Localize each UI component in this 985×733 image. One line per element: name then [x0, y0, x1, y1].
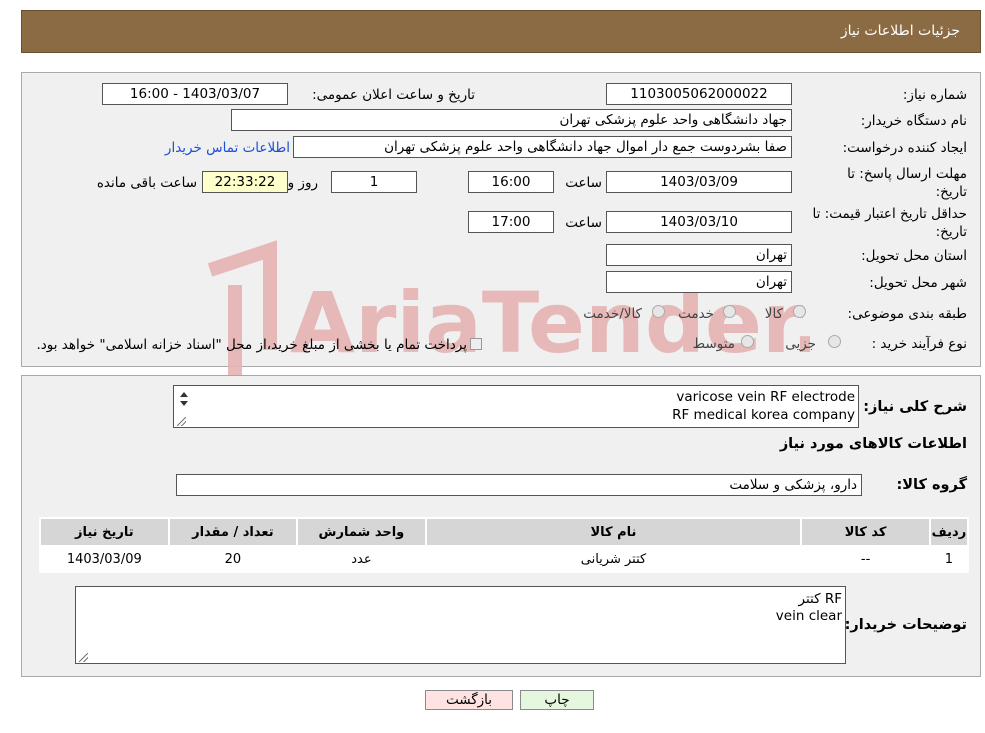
- cell-date: 1403/03/09: [41, 547, 168, 571]
- category-service-radio[interactable]: [723, 305, 736, 318]
- days-label: روز و: [287, 175, 318, 191]
- deadline-label: مهلت ارسال پاسخ: تا: [847, 166, 967, 182]
- process-label: نوع فرآیند خرید :: [871, 336, 967, 352]
- buyer-notes-line-2: vein clear: [775, 608, 842, 624]
- col-name: نام کالا: [426, 519, 801, 545]
- validity-date-field: 1403/03/10: [606, 211, 792, 233]
- goods-section-title: اطلاعات کالاهای مورد نیاز: [779, 436, 967, 452]
- remaining-label: ساعت باقی مانده: [96, 175, 197, 191]
- days-field: 1: [331, 171, 417, 193]
- deadline-date-field: 1403/03/09: [606, 171, 792, 193]
- cell-row: 1: [930, 547, 967, 571]
- validity-time-field: 17:00: [468, 211, 554, 233]
- city-field: تهران: [606, 271, 792, 293]
- treasury-checkbox[interactable]: [470, 338, 482, 350]
- need-number-label: شماره نیاز:: [902, 87, 967, 103]
- city-label: شهر محل تحویل:: [869, 275, 967, 291]
- summary-textarea[interactable]: varicose vein RF electrode RF medical ko…: [173, 385, 859, 428]
- deadline-label-date: تاریخ:: [935, 184, 967, 200]
- deadline-time-label: ساعت: [565, 175, 602, 191]
- cell-name: کتتر شریانی: [426, 547, 801, 571]
- process-medium-radio[interactable]: [741, 335, 754, 348]
- summary-line-1: varicose vein RF electrode: [676, 389, 855, 405]
- group-field: دارو، پزشکی و سلامت: [176, 474, 862, 496]
- cell-quantity: 20: [169, 547, 297, 571]
- buyer-notes-textarea[interactable]: کتتر RF vein clear: [75, 586, 846, 664]
- table-row: 1 -- کتتر شریانی عدد 20 1403/03/09: [41, 547, 967, 571]
- col-quantity: تعداد / مقدار: [169, 519, 297, 545]
- process-medium-label: متوسط: [692, 336, 735, 352]
- category-goods-service-radio[interactable]: [652, 305, 665, 318]
- deadline-time-field: 16:00: [468, 171, 554, 193]
- validity-label-date: تاریخ:: [935, 224, 967, 240]
- summary-label: شرح کلی نیاز:: [863, 399, 967, 415]
- table-header-row: ردیف کد کالا نام کالا واحد شمارش تعداد /…: [41, 519, 967, 545]
- back-button[interactable]: بازگشت: [425, 690, 513, 710]
- process-note: پرداخت تمام یا بخشی از مبلغ خرید،از محل …: [36, 337, 467, 353]
- buyer-notes-label: توضیحات خریدار:: [844, 617, 967, 633]
- category-goods-radio[interactable]: [793, 305, 806, 318]
- remaining-time-field: 22:33:22: [202, 171, 288, 193]
- province-field: تهران: [606, 244, 792, 266]
- requester-field: صفا بشردوست جمع دار اموال جهاد دانشگاهی …: [293, 136, 792, 158]
- requester-label: ایجاد کننده درخواست:: [842, 140, 967, 156]
- col-date: تاریخ نیاز: [41, 519, 168, 545]
- need-number-field: 1103005062000022: [606, 83, 792, 105]
- resize-grip-icon[interactable]: [79, 653, 88, 662]
- col-code: کد کالا: [802, 519, 929, 545]
- category-label: طبقه بندی موضوعی:: [847, 306, 967, 322]
- col-unit: واحد شمارش: [298, 519, 425, 545]
- province-label: استان محل تحویل:: [861, 248, 967, 264]
- summary-line-2: RF medical korea company: [672, 407, 855, 423]
- process-minor-radio[interactable]: [828, 335, 841, 348]
- resize-grip-icon[interactable]: [177, 417, 186, 426]
- category-service-label: خدمت: [678, 306, 714, 322]
- validity-time-label: ساعت: [565, 215, 602, 231]
- scroll-down-icon[interactable]: [180, 401, 188, 406]
- buyer-org-label: نام دستگاه خریدار:: [860, 113, 967, 129]
- validity-label: حداقل تاریخ اعتبار قیمت: تا: [812, 206, 967, 222]
- buyer-org-field: جهاد دانشگاهی واحد علوم پزشکی تهران: [231, 109, 792, 131]
- announce-label: تاریخ و ساعت اعلان عمومی:: [312, 87, 475, 103]
- buyer-contact-link[interactable]: اطلاعات تماس خریدار: [165, 140, 290, 156]
- page-title: جزئیات اطلاعات نیاز: [840, 23, 960, 39]
- announce-datetime-field: 1403/03/07 - 16:00: [102, 83, 288, 105]
- scroll-up-icon[interactable]: [180, 392, 188, 397]
- cell-code: --: [802, 547, 929, 571]
- page-header: جزئیات اطلاعات نیاز: [21, 10, 981, 53]
- buyer-notes-line-1: کتتر RF: [798, 591, 842, 607]
- cell-unit: عدد: [298, 547, 425, 571]
- col-row: ردیف: [930, 519, 967, 545]
- category-goods-service-label: کالا/خدمت: [583, 306, 642, 322]
- print-button[interactable]: چاپ: [520, 690, 594, 710]
- process-minor-label: جزیی: [785, 336, 816, 352]
- watermark-emblem-icon: [207, 240, 277, 397]
- goods-table: ردیف کد کالا نام کالا واحد شمارش تعداد /…: [39, 517, 969, 573]
- category-goods-label: کالا: [764, 306, 783, 322]
- group-label: گروه کالا:: [896, 477, 967, 493]
